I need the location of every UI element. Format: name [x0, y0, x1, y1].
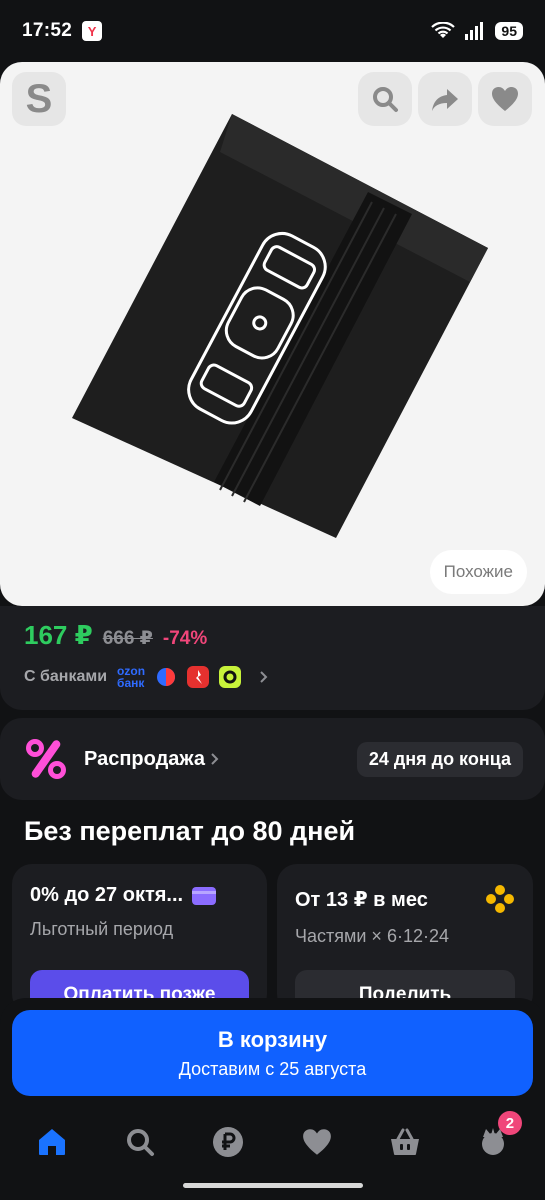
nav-finance[interactable] — [203, 1117, 253, 1167]
share-icon — [432, 89, 458, 111]
price-row: 167 ₽ 666 ₽ -74% — [24, 620, 521, 651]
old-price: 666 ₽ — [102, 628, 153, 649]
product-image — [72, 114, 488, 538]
sale-title: Распродажа — [84, 747, 205, 770]
nav-favorites[interactable] — [292, 1117, 342, 1167]
grace-period-title: 0% до 27 октя... — [30, 884, 249, 907]
nav-profile[interactable]: 2 — [468, 1111, 522, 1167]
search-icon — [373, 87, 398, 112]
nav-cart[interactable] — [380, 1117, 430, 1167]
yandex-app-icon: Y — [82, 21, 103, 41]
search-icon — [127, 1129, 155, 1156]
nav-home[interactable] — [27, 1117, 77, 1167]
chevron-right-icon — [211, 753, 219, 765]
status-time: 17:52 — [22, 20, 73, 41]
home-indicator — [183, 1183, 363, 1188]
wifi-icon — [431, 22, 456, 38]
share-button[interactable] — [418, 72, 472, 126]
nav-search[interactable] — [115, 1117, 165, 1167]
ozon-bank-logo: ozon банк — [117, 664, 146, 690]
banks-label: С банками — [24, 668, 108, 685]
installments-title: От 13 ₽ в мес — [295, 884, 515, 914]
bottom-navigation: 2 — [0, 1111, 545, 1172]
basket-icon — [390, 1128, 419, 1155]
seller-logo[interactable]: S — [12, 72, 66, 126]
product-image-area[interactable]: S Похожие — [0, 62, 545, 606]
ruble-icon — [213, 1127, 244, 1157]
bank-icon-2 — [187, 666, 210, 688]
bank-icon-3 — [219, 666, 242, 688]
heart-icon — [492, 87, 518, 111]
status-indicators: 95 — [431, 22, 523, 40]
installments-card[interactable]: От 13 ₽ в мес Частями × 6·12·24 Поделить — [277, 864, 533, 1014]
add-to-cart-button[interactable]: В корзину Доставим с 25 августа — [12, 1010, 533, 1096]
installment-heading: Без переплат до 80 дней — [24, 816, 356, 846]
grace-period-subtitle: Льготный период — [30, 919, 174, 939]
search-button[interactable] — [358, 72, 412, 126]
sale-countdown-badge: 24 дня до конца — [356, 741, 523, 777]
cart-count-badge: 2 — [497, 1111, 522, 1135]
card-icon — [192, 886, 217, 905]
discount-percent: -74% — [162, 628, 208, 649]
bank-offers-row[interactable]: С банками ozon банк — [24, 665, 521, 689]
grace-period-card[interactable]: 0% до 27 октя... Льготный период Оплатит… — [12, 864, 267, 1014]
similar-button[interactable]: Похожие — [429, 550, 527, 594]
bank-icon-1 — [155, 666, 177, 688]
signal-icon — [465, 22, 484, 40]
price-card: 167 ₽ 666 ₽ -74% С банками ozon банк — [0, 606, 545, 710]
battery-indicator: 95 — [495, 22, 523, 40]
add-to-cart-label: В корзину — [217, 1026, 328, 1052]
status-bar: 17:52 Y 95 — [0, 0, 545, 62]
split-logo-icon — [486, 885, 514, 913]
current-price: 167 ₽ — [24, 620, 93, 650]
home-icon — [39, 1129, 66, 1155]
heart-icon — [302, 1129, 331, 1155]
chevron-right-icon — [260, 671, 268, 683]
favorite-button[interactable] — [478, 72, 532, 126]
installments-subtitle: Частями × 6·12·24 — [295, 926, 449, 946]
sale-banner[interactable]: Распродажа 24 дня до конца — [0, 718, 545, 800]
percent-icon — [26, 739, 66, 779]
delivery-date-label: Доставим с 25 августа — [178, 1058, 367, 1079]
